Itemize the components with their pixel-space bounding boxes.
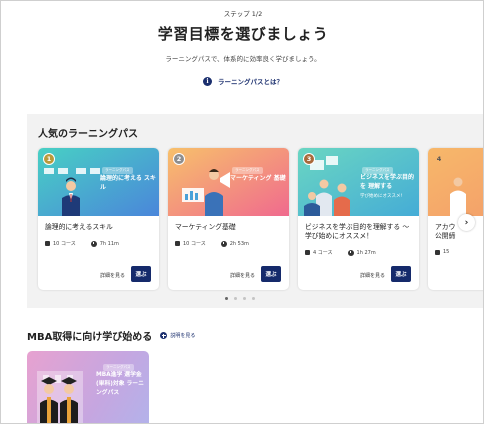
page-title: 学習目標を選びましょう — [157, 25, 329, 43]
course-duration: 1h 27m — [356, 249, 376, 256]
pagination-dot[interactable] — [234, 297, 237, 300]
mba-section-header: MBA取得に向け学び始める 説明を見る — [27, 328, 195, 343]
plus-circle-icon[interactable] — [160, 332, 168, 339]
pagination-dot[interactable] — [243, 297, 246, 300]
clock-icon — [220, 240, 227, 247]
card-thumb-text: マーケティング 基礎 — [230, 175, 286, 182]
mba-explanation-link[interactable]: 説明を見る — [170, 332, 195, 339]
choose-button[interactable]: 選ぶ — [391, 266, 411, 282]
card-name: ビジネスを学ぶ目的を理解する ～学び始めにオススメ！ — [305, 223, 410, 240]
whatis-link-label[interactable]: ラーニングパスとは？ — [218, 76, 283, 86]
course-icon — [45, 241, 50, 246]
rank-badge: 3 — [303, 153, 315, 165]
learning-path-card[interactable]: 4 アカウ 公開締 15 — [428, 148, 483, 290]
card-tag: ラーニングパス — [232, 167, 263, 174]
pagination-dot[interactable] — [252, 297, 255, 300]
carousel-next-button[interactable]: › — [458, 214, 475, 231]
details-link[interactable]: 詳細を見る — [360, 272, 385, 279]
card-thumb-text: 論理的に考える スキル — [100, 175, 156, 191]
info-icon: i — [203, 76, 212, 86]
card-tag: ラーニングパス — [103, 364, 134, 371]
section-title-popular: 人気のラーニングパス — [38, 129, 138, 140]
card-tag: ラーニングパス — [102, 167, 133, 174]
carousel-pagination — [225, 297, 255, 300]
course-icon — [435, 249, 440, 255]
choose-button[interactable]: 選ぶ — [261, 266, 281, 282]
card-meta: 10 コース 2h 53m — [175, 240, 249, 247]
clock-icon — [90, 240, 97, 247]
details-link[interactable]: 詳細を見る — [100, 272, 125, 279]
card-name: 論理的に考えるスキル — [45, 223, 113, 231]
course-count: 10 コース — [53, 241, 76, 247]
card-name: アカウ 公開締 — [435, 223, 456, 240]
chevron-right-icon: › — [464, 217, 469, 228]
card-thumb-text: MBA進学 選学金(単科)対象 ラーニングパス — [96, 372, 144, 396]
popular-learning-paths: 人気のラーニングパス 1 ラーニングパス 論理的に考える スキル 論理的に考える… — [27, 114, 483, 308]
rank-badge: 4 — [436, 155, 442, 163]
card-thumb-subtext: 学び始めにオススメ! — [360, 194, 403, 199]
card-meta: 15 — [435, 249, 449, 255]
card-name: マーケティング基礎 — [175, 223, 236, 231]
rank-badge: 1 — [43, 153, 55, 165]
learning-path-card[interactable]: 3 ラーニングパス ビジネスを学ぶ目的を 理解する 学び始めにオススメ! ビジネ… — [298, 148, 419, 290]
course-count: 4 コース — [313, 250, 333, 256]
choose-button[interactable]: 選ぶ — [131, 266, 151, 282]
rank-badge: 2 — [173, 153, 185, 165]
whatis-learning-path-link[interactable]: i ラーニングパスとは？ — [1, 76, 483, 86]
mba-learning-path-card[interactable]: ラーニングパス MBA進学 選学金(単科)対象 ラーニングパス — [27, 351, 149, 423]
course-count: 15 — [443, 249, 450, 255]
learning-path-card[interactable]: 2 ラーニングパス マーケティング 基礎 マーケティング基礎 10 コース 2h… — [168, 148, 289, 290]
card-thumb-text: ビジネスを学ぶ目的を 理解する — [360, 174, 415, 190]
course-icon — [175, 241, 180, 246]
section-title-mba: MBA取得に向け学び始める — [27, 332, 153, 343]
pagination-dot[interactable] — [225, 297, 228, 300]
clock-icon — [347, 249, 354, 256]
card-meta: 4 コース 1h 27m — [305, 249, 376, 256]
details-link[interactable]: 詳細を見る — [230, 272, 255, 279]
page-subtitle: ラーニングパスで、体系的に効率良く学びましょう。 — [165, 55, 321, 63]
learning-path-card[interactable]: 1 ラーニングパス 論理的に考える スキル 論理的に考えるスキル 10 コース … — [38, 148, 159, 290]
course-duration: 2h 53m — [229, 240, 249, 247]
course-duration: 7h 11m — [99, 240, 119, 247]
card-meta: 10 コース 7h 11m — [45, 240, 119, 247]
course-icon — [305, 250, 310, 255]
step-indicator: ステップ 1/2 — [223, 10, 263, 18]
page-frame: ステップ 1/2 学習目標を選びましょう ラーニングパスで、体系的に効率良く学び… — [0, 0, 484, 424]
course-count: 10 コース — [183, 241, 206, 247]
